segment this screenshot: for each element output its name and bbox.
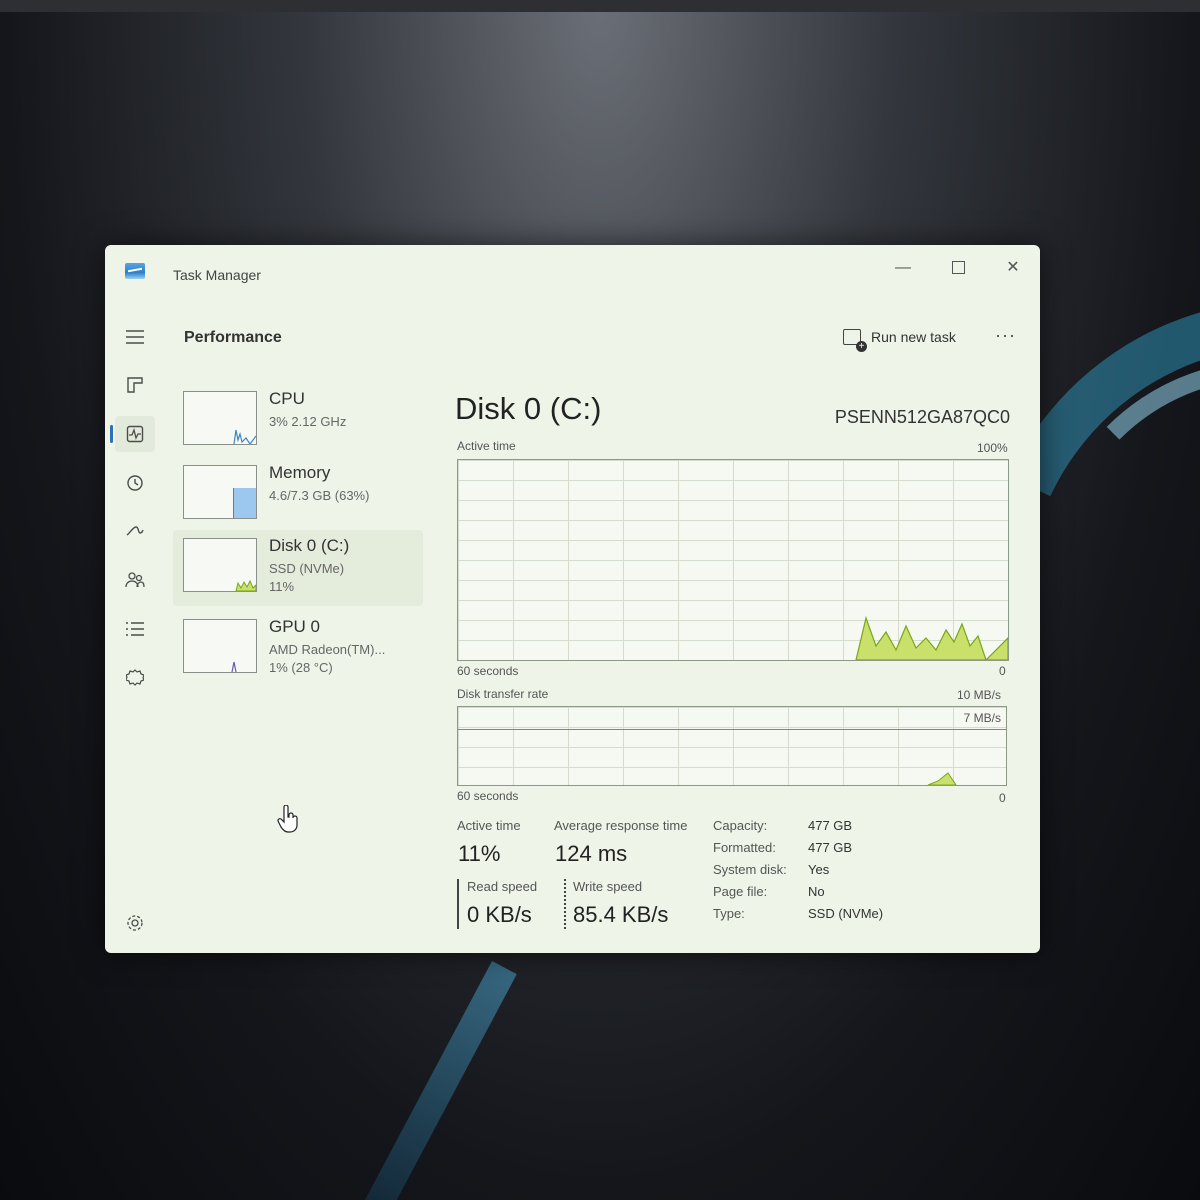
monitor-bezel <box>0 0 1200 12</box>
transfer-seconds-label: 60 seconds <box>457 789 519 803</box>
transfer-rate-graph: 7 MB/s <box>457 706 1007 786</box>
resource-name: Memory <box>269 463 331 482</box>
active-time-graph-label: Active time <box>457 439 516 453</box>
gpu-thumbnail-graph <box>183 619 257 673</box>
resource-type: SSD (NVMe) <box>269 561 345 576</box>
avg-response-value: 124 ms <box>555 841 628 866</box>
resource-detail: 4.6/7.3 GB (63%) <box>269 488 370 503</box>
write-speed-label: Write speed <box>573 879 643 894</box>
active-time-zero-label: 0 <box>999 664 1006 678</box>
capacity-key: Capacity: <box>713 818 768 833</box>
read-speed-legend-line <box>457 879 459 929</box>
active-time-stat-label: Active time <box>457 818 521 833</box>
page-file-key: Page file: <box>713 884 768 899</box>
disk-model: PSENN512GA87QC0 <box>834 407 1010 427</box>
gpu-model: AMD Radeon(TM)... <box>269 642 386 657</box>
gpu-usage: 1% (28 °C) <box>269 660 333 675</box>
resource-disk-0[interactable]: Disk 0 (C:) SSD (NVMe) 11% <box>173 530 423 606</box>
system-disk-value: Yes <box>808 862 830 877</box>
type-key: Type: <box>713 906 745 921</box>
transfer-rate-graph-label: Disk transfer rate <box>457 687 549 701</box>
active-time-seconds-label: 60 seconds <box>457 664 519 678</box>
maximize-button[interactable] <box>938 251 978 285</box>
close-button[interactable]: ✕ <box>993 251 1033 285</box>
resource-name: CPU <box>269 389 305 408</box>
resource-detail: 3% 2.12 GHz <box>269 414 347 429</box>
capacity-value: 477 GB <box>808 818 853 833</box>
task-manager-window: Task Manager — ✕ Performance + Run new t… <box>105 245 1040 953</box>
window-title: Task Manager <box>173 267 261 283</box>
run-new-task-button[interactable]: Run new task <box>843 329 956 352</box>
task-manager-icon <box>125 263 145 279</box>
write-speed-value: 85.4 KB/s <box>573 902 669 927</box>
transfer-rate-max-label: 10 MB/s <box>957 688 1002 702</box>
more-options-button[interactable]: ··· <box>995 325 1016 346</box>
resource-name: GPU 0 <box>269 617 321 636</box>
hand-cursor-icon <box>277 805 298 833</box>
startup-apps-icon[interactable] <box>115 513 155 549</box>
services-icon[interactable] <box>115 660 155 696</box>
processes-icon[interactable] <box>115 367 155 403</box>
cpu-thumbnail-graph <box>183 391 257 446</box>
menu-icon[interactable] <box>115 319 155 355</box>
memory-thumbnail-graph <box>183 465 257 519</box>
maximize-icon <box>951 261 965 275</box>
details-icon[interactable] <box>115 611 155 647</box>
active-time-graph <box>457 459 1009 661</box>
settings-icon[interactable] <box>115 905 155 941</box>
app-history-icon[interactable] <box>115 465 155 501</box>
disk-thumbnail-graph <box>183 538 257 592</box>
read-speed-value: 0 KB/s <box>467 902 532 927</box>
resource-name: Disk 0 (C:) <box>269 536 350 555</box>
write-speed-legend-line <box>564 879 566 929</box>
resource-memory[interactable]: Memory 4.6/7.3 GB (63%) <box>173 457 423 533</box>
resource-detail: AMD Radeon(TM)... 1% (28 °C) <box>269 641 385 677</box>
memory-fill <box>233 488 256 518</box>
system-disk-key: System disk: <box>713 862 787 877</box>
page-title: Performance <box>184 329 282 346</box>
wallpaper-streak <box>351 960 517 1200</box>
page-file-value: No <box>808 884 825 899</box>
formatted-key: Formatted: <box>713 840 776 855</box>
disk-title: Disk 0 (C:) <box>455 391 602 426</box>
active-indicator <box>110 425 113 443</box>
transfer-zero-label: 0 <box>999 791 1006 805</box>
resource-gpu-0[interactable]: GPU 0 AMD Radeon(TM)... 1% (28 °C) <box>173 611 423 687</box>
active-time-max-label: 100% <box>977 441 1008 455</box>
users-icon[interactable] <box>115 562 155 598</box>
run-new-task-label: Run new task <box>871 329 956 345</box>
resource-detail: SSD (NVMe) 11% <box>269 560 344 596</box>
navigation-rail <box>105 307 165 953</box>
formatted-value: 477 GB <box>808 840 853 855</box>
resource-cpu[interactable]: CPU 3% 2.12 GHz <box>173 383 423 459</box>
active-time-stat-value: 11% <box>458 841 501 866</box>
type-value: SSD (NVMe) <box>808 906 884 921</box>
avg-response-label: Average response time <box>554 818 688 833</box>
resource-usage: 11% <box>269 579 295 594</box>
read-speed-label: Read speed <box>467 879 538 894</box>
title-bar[interactable]: Task Manager — ✕ <box>105 245 1040 307</box>
minimize-button[interactable]: — <box>883 251 923 285</box>
performance-icon[interactable] <box>115 416 155 452</box>
run-task-icon <box>843 329 867 352</box>
